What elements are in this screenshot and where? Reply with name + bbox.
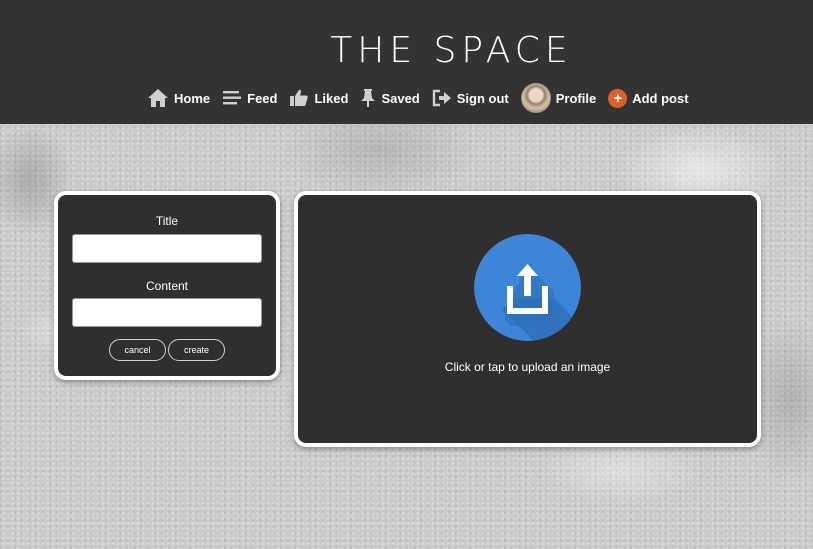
nav-add-post[interactable]: + Add post	[608, 88, 689, 108]
menu-lines-icon	[223, 91, 242, 105]
avatar	[520, 83, 551, 113]
pushpin-icon	[361, 89, 376, 107]
cancel-button[interactable]: cancel	[109, 339, 166, 361]
nav-sign-out-label: Sign out	[456, 90, 509, 106]
site-logo[interactable]: THE SPACE	[0, 30, 813, 71]
create-button[interactable]: create	[168, 339, 225, 361]
home-icon	[148, 89, 168, 107]
nav-saved-label: Saved	[381, 90, 420, 106]
top-header: THE SPACE Home Feed Liked Saved Sign out…	[0, 0, 813, 124]
post-form-card: Title Content cancel create	[54, 191, 280, 380]
nav-feed[interactable]: Feed	[222, 89, 277, 107]
nav-home-label: Home	[174, 90, 211, 106]
main-nav: Home Feed Liked Saved Sign out Profile +…	[147, 82, 689, 114]
content-label: Content	[145, 279, 189, 293]
nav-sign-out[interactable]: Sign out	[432, 89, 509, 107]
title-label: Title	[155, 214, 179, 228]
thumbs-up-icon	[290, 89, 309, 106]
content-input[interactable]	[72, 298, 262, 327]
nav-profile[interactable]: Profile	[520, 83, 597, 113]
nav-home[interactable]: Home	[147, 88, 210, 108]
upload-icon[interactable]	[474, 234, 581, 341]
nav-liked[interactable]: Liked	[289, 88, 348, 108]
nav-liked-label: Liked	[314, 90, 349, 106]
image-upload-area[interactable]: Click or tap to upload an image	[294, 191, 761, 447]
nav-profile-label: Profile	[555, 90, 597, 106]
nav-add-post-label: Add post	[632, 90, 689, 106]
title-input[interactable]	[72, 234, 262, 263]
sign-out-icon	[432, 89, 451, 107]
nav-saved[interactable]: Saved	[360, 88, 420, 108]
nav-feed-label: Feed	[247, 90, 278, 106]
plus-circle-icon: +	[608, 88, 628, 108]
upload-prompt: Click or tap to upload an image	[444, 360, 611, 374]
